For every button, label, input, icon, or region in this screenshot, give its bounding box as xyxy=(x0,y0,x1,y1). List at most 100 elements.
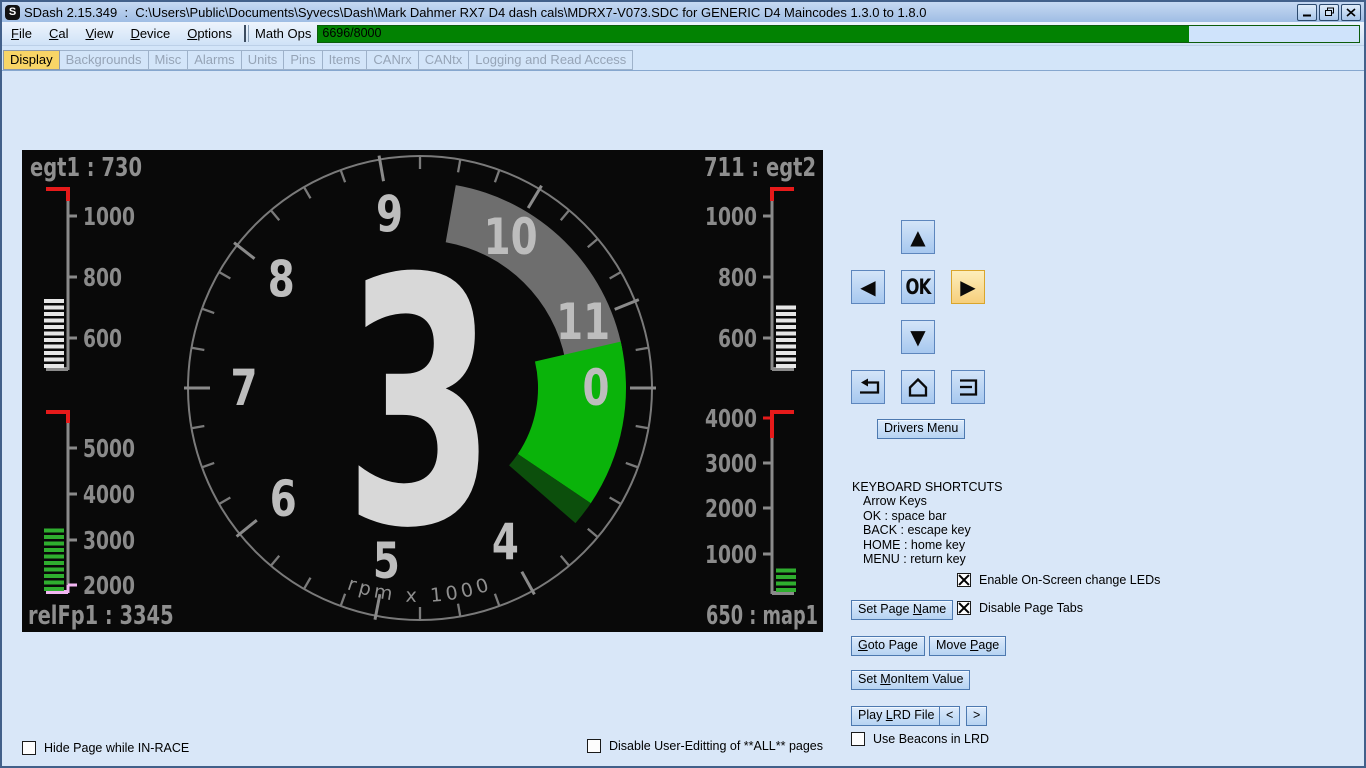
svg-text:800: 800 xyxy=(718,263,757,292)
dial-label-7: 7 xyxy=(231,359,258,417)
tab-logging-and-read-access[interactable]: Logging and Read Access xyxy=(468,50,633,70)
shortcut-line: MENU : return key xyxy=(852,552,1003,566)
back-icon xyxy=(856,376,880,398)
svg-text:2000: 2000 xyxy=(705,494,757,523)
hide-page-row: Hide Page while IN-RACE xyxy=(22,741,189,755)
svg-text:1000: 1000 xyxy=(705,202,757,231)
lrd-prev-button[interactable]: < xyxy=(939,706,960,726)
enable-leds-checkbox[interactable] xyxy=(957,573,971,587)
ok-label: OK xyxy=(905,275,930,299)
svg-text:3000: 3000 xyxy=(705,449,757,478)
tab-pins[interactable]: Pins xyxy=(283,50,322,70)
play-lrd-file-button[interactable]: Play LRD File xyxy=(851,706,941,726)
svg-text:2000: 2000 xyxy=(83,571,135,600)
svg-text:800: 800 xyxy=(83,263,122,292)
nav-right-button[interactable]: ▶ xyxy=(951,270,985,304)
rpm-dial: 04567891011rpm x 10003 xyxy=(184,156,656,620)
close-button[interactable] xyxy=(1341,4,1361,21)
window-controls xyxy=(1297,4,1361,21)
linear-gauge-map1: 4000 3000 2000 1000 xyxy=(705,404,796,594)
disable-page-tabs-checkbox[interactable] xyxy=(957,601,971,615)
page-content: egt1 : 730711 : egt2relFp1 : 3345650 : m… xyxy=(2,71,1364,766)
dash-preview[interactable]: egt1 : 730711 : egt2relFp1 : 3345650 : m… xyxy=(22,150,823,632)
dial-label-8: 8 xyxy=(268,251,295,309)
nav-up-button[interactable]: ▲ xyxy=(901,220,935,254)
menu-view[interactable]: View xyxy=(77,24,121,43)
window-title: SDash 2.15.349 : C:\Users\Public\Documen… xyxy=(24,5,1297,20)
menu-device[interactable]: Device xyxy=(122,24,178,43)
use-beacons-checkbox[interactable] xyxy=(851,732,865,746)
tab-bar: DisplayBackgroundsMiscAlarmsUnitsPinsIte… xyxy=(2,46,1364,71)
menu-bar: FileCalViewDeviceOptions Math Ops 6696/8… xyxy=(2,22,1364,46)
keyboard-shortcuts: KEYBOARD SHORTCUTS Arrow KeysOK : space … xyxy=(852,480,1003,566)
svg-text:3000: 3000 xyxy=(83,526,135,555)
readout-top-right: 711 : egt2 xyxy=(704,153,816,183)
app-logo-icon: S xyxy=(5,5,20,20)
hide-page-label: Hide Page while IN-RACE xyxy=(44,741,189,755)
app-window: S SDash 2.15.349 : C:\Users\Public\Docum… xyxy=(0,0,1366,768)
minimize-button[interactable] xyxy=(1297,4,1317,21)
progressbar-value: 6696/8000 xyxy=(322,26,381,41)
set-monitem-value-button[interactable]: Set MonItem Value xyxy=(851,670,970,690)
set-page-name-button[interactable]: Set Page Name xyxy=(851,600,953,620)
readout-top-left: egt1 : 730 xyxy=(30,153,142,183)
svg-text:1000: 1000 xyxy=(83,202,135,231)
drivers-menu-button[interactable]: Drivers Menu xyxy=(877,419,965,439)
progressbar-fill xyxy=(318,26,1189,42)
linear-gauge-egt1: 1000 800 600 xyxy=(44,187,135,370)
tab-alarms[interactable]: Alarms xyxy=(187,50,241,70)
minimize-icon xyxy=(1302,8,1312,17)
tab-cantx[interactable]: CANtx xyxy=(418,50,470,70)
down-arrow-icon: ▼ xyxy=(910,325,925,349)
svg-text:1000: 1000 xyxy=(705,540,757,569)
menu-options[interactable]: Options xyxy=(179,24,240,43)
move-page-button[interactable]: Move Page xyxy=(929,636,1006,656)
menu-icon xyxy=(956,375,980,399)
nav-back-button[interactable] xyxy=(851,370,885,404)
tab-canrx[interactable]: CANrx xyxy=(366,50,418,70)
right-arrow-icon: ▶ xyxy=(960,275,975,299)
shortcut-line: Arrow Keys xyxy=(852,494,1003,508)
readout-bottom-right: 650 : map1 xyxy=(706,601,818,631)
enable-leds-row: Enable On-Screen change LEDs xyxy=(957,573,1160,587)
use-beacons-label: Use Beacons in LRD xyxy=(873,732,989,746)
dash-preview-canvas: egt1 : 730711 : egt2relFp1 : 3345650 : m… xyxy=(22,150,823,632)
math-ops-label: Math Ops xyxy=(253,26,316,41)
tab-display[interactable]: Display xyxy=(3,50,60,70)
use-beacons-row: Use Beacons in LRD xyxy=(851,732,989,746)
gear-readout: 3 xyxy=(344,207,496,603)
shortcut-line: HOME : home key xyxy=(852,538,1003,552)
hide-page-checkbox[interactable] xyxy=(22,741,36,755)
lrd-next-button[interactable]: > xyxy=(966,706,987,726)
menu-separator xyxy=(244,25,249,42)
shortcuts-title: KEYBOARD SHORTCUTS xyxy=(852,480,1003,494)
disable-page-tabs-label: Disable Page Tabs xyxy=(979,601,1083,615)
shortcut-line: BACK : escape key xyxy=(852,523,1003,537)
dial-label-0: 0 xyxy=(583,359,610,417)
nav-menu-button[interactable] xyxy=(951,370,985,404)
tab-misc[interactable]: Misc xyxy=(148,50,189,70)
tab-units[interactable]: Units xyxy=(241,50,285,70)
goto-page-button[interactable]: Goto Page xyxy=(851,636,925,656)
svg-text:5000: 5000 xyxy=(83,434,135,463)
menu-file[interactable]: File xyxy=(3,24,40,43)
linear-gauge-relFp1: 5000400030002000 xyxy=(44,410,135,600)
disable-page-tabs-row: Disable Page Tabs xyxy=(957,601,1083,615)
disable-edit-all-checkbox[interactable] xyxy=(587,739,601,753)
restore-icon xyxy=(1324,7,1335,17)
nav-ok-button[interactable]: OK xyxy=(901,270,935,304)
nav-left-button[interactable]: ◀ xyxy=(851,270,885,304)
title-bar: S SDash 2.15.349 : C:\Users\Public\Docum… xyxy=(2,2,1364,22)
menu-cal[interactable]: Cal xyxy=(41,24,77,43)
tab-items[interactable]: Items xyxy=(322,50,368,70)
shortcut-line: OK : space bar xyxy=(852,509,1003,523)
svg-text:600: 600 xyxy=(83,324,122,353)
nav-down-button[interactable]: ▼ xyxy=(901,320,935,354)
svg-text:600: 600 xyxy=(718,324,757,353)
restore-button[interactable] xyxy=(1319,4,1339,21)
menu-items: FileCalViewDeviceOptions xyxy=(2,26,240,41)
enable-leds-label: Enable On-Screen change LEDs xyxy=(979,573,1160,587)
tab-backgrounds[interactable]: Backgrounds xyxy=(59,50,149,70)
nav-home-button[interactable] xyxy=(901,370,935,404)
svg-text:4000: 4000 xyxy=(705,404,757,433)
